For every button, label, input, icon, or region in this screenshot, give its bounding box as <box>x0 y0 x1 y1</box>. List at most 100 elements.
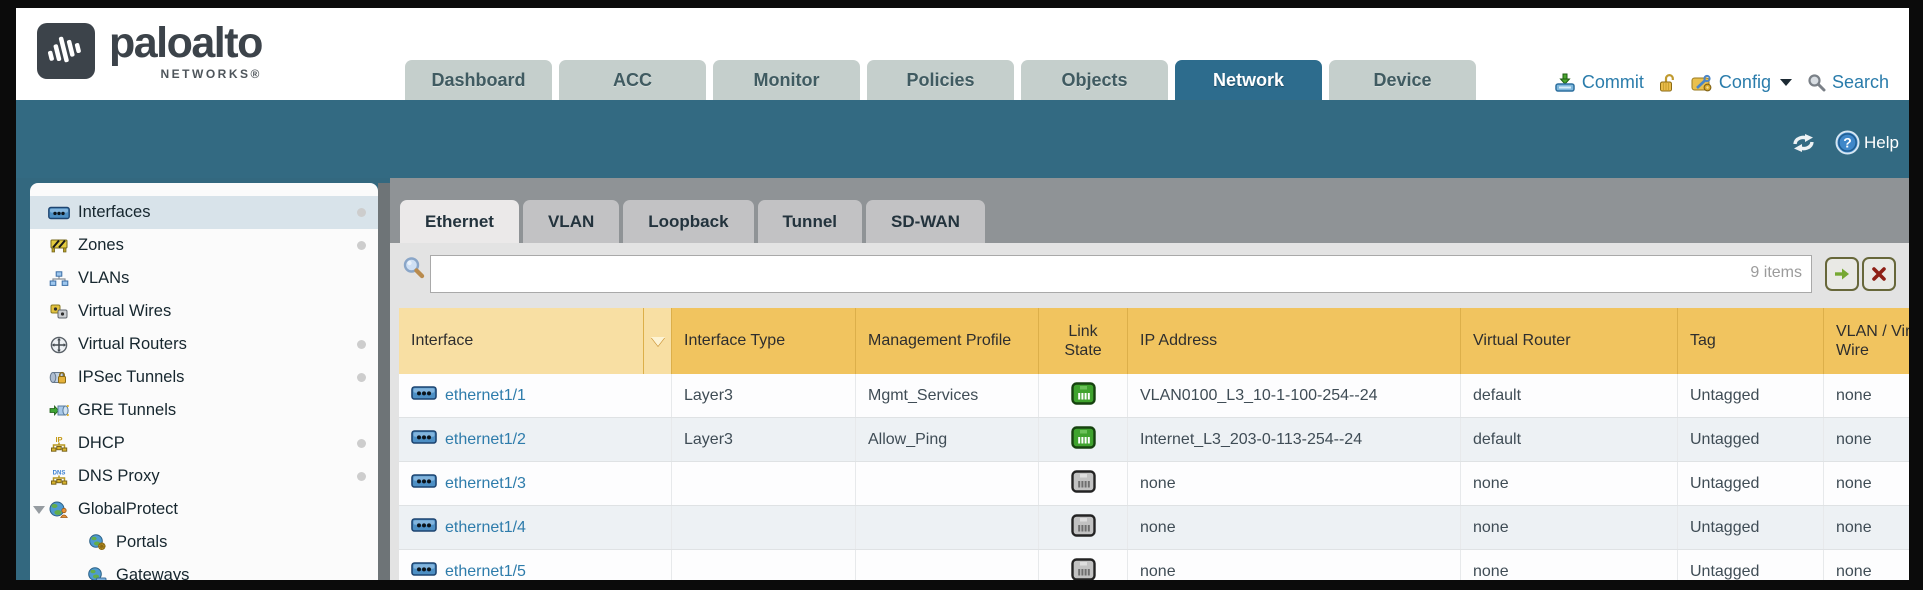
sidebar-item-zones[interactable]: Zones <box>30 229 378 262</box>
sidebar-item-dhcp[interactable]: IP DHCP <box>30 427 378 460</box>
search-button[interactable]: Search <box>1807 72 1889 93</box>
dhcp-icon: IP <box>48 435 70 453</box>
subtab-tunnel[interactable]: Tunnel <box>758 200 862 243</box>
table-cell <box>856 550 1039 580</box>
nav-tab-acc[interactable]: ACC <box>559 60 706 100</box>
sidebar-item-label: VLANs <box>78 269 129 288</box>
table-cell: none <box>1128 462 1461 505</box>
table-cell: Untagged <box>1678 418 1824 461</box>
apply-filter-button[interactable] <box>1825 257 1859 291</box>
sidebar-item-virtual-wires[interactable]: Virtual Wires <box>30 295 378 328</box>
table-cell: none <box>1824 418 1909 461</box>
sidebar-item-label: Portals <box>116 533 167 552</box>
dns-proxy-icon: DNS <box>48 468 70 486</box>
subtab-vlan[interactable]: VLAN <box>523 200 619 243</box>
config-icon <box>1691 74 1713 92</box>
table-cell <box>672 506 856 549</box>
nav-tab-device[interactable]: Device <box>1329 60 1476 100</box>
subtab-sd-wan[interactable]: SD-WAN <box>866 200 985 243</box>
zones-icon <box>48 238 70 253</box>
interface-link[interactable]: ethernet1/3 <box>445 475 526 493</box>
network-subtabs: EthernetVLANLoopbackTunnelSD-WAN <box>400 200 985 243</box>
config-dropdown[interactable]: Config <box>1691 72 1792 93</box>
commit-button[interactable]: Commit <box>1554 72 1644 93</box>
link-state-down-icon <box>1071 558 1096 581</box>
nav-tab-network[interactable]: Network <box>1175 60 1322 100</box>
nav-tab-dashboard[interactable]: Dashboard <box>405 60 552 100</box>
sidebar-item-gre-tunnels[interactable]: GRE Tunnels <box>30 394 378 427</box>
col-header-ip-address[interactable]: IP Address <box>1128 308 1461 374</box>
table-cell: Internet_L3_203-0-113-254--24 <box>1128 418 1461 461</box>
filter-input[interactable] <box>430 255 1812 293</box>
top-bar: paloalto NETWORKS® DashboardACCMonitorPo… <box>16 8 1909 100</box>
table-cell <box>672 462 856 505</box>
interface-link[interactable]: ethernet1/2 <box>445 431 526 449</box>
ipsec-tunnels-icon <box>48 370 70 385</box>
status-dot <box>357 373 366 382</box>
ethernet-interface-icon <box>411 429 437 450</box>
status-dot <box>357 241 366 250</box>
status-dot <box>357 439 366 448</box>
link-state-up-icon <box>1071 382 1096 410</box>
secondary-bar: ? Help <box>16 100 1909 178</box>
nav-tab-policies[interactable]: Policies <box>867 60 1014 100</box>
refresh-icon[interactable] <box>1790 132 1817 154</box>
link-state-cell <box>1039 506 1128 549</box>
portals-icon <box>86 534 108 551</box>
interface-cell: ethernet1/2 <box>399 418 672 461</box>
app-window: paloalto NETWORKS® DashboardACCMonitorPo… <box>16 8 1909 580</box>
interface-link[interactable]: ethernet1/5 <box>445 563 526 581</box>
col-header-virtual-router[interactable]: Virtual Router <box>1461 308 1678 374</box>
sidebar-item-portals[interactable]: Portals <box>30 526 378 559</box>
sidebar-item-label: Zones <box>78 236 124 255</box>
sidebar-item-gateways[interactable]: Gateways <box>30 559 378 580</box>
interface-link[interactable]: ethernet1/1 <box>445 387 526 405</box>
table-cell: default <box>1461 374 1678 417</box>
sidebar-item-ipsec-tunnels[interactable]: IPSec Tunnels <box>30 361 378 394</box>
primary-nav: DashboardACCMonitorPoliciesObjectsNetwor… <box>405 60 1476 100</box>
sidebar-item-label: DHCP <box>78 434 125 453</box>
sidebar-item-dns-proxy[interactable]: DNS DNS Proxy <box>30 460 378 493</box>
table-cell: VLAN0100_L3_10-1-100-254--24 <box>1128 374 1461 417</box>
sidebar-item-label: DNS Proxy <box>78 467 160 486</box>
col-header-vlan-virtual-wire[interactable]: VLAN / Virtual Wire <box>1824 308 1909 374</box>
subtab-loopback[interactable]: Loopback <box>623 200 753 243</box>
sidebar-item-globalprotect[interactable]: GlobalProtect <box>30 493 378 526</box>
table-cell: Untagged <box>1678 374 1824 417</box>
table-row-ethernet1-3: ethernet1/3nonenoneUntaggednone <box>399 462 1909 506</box>
gateways-icon <box>86 567 108 580</box>
ethernet-interface-icon <box>411 561 437 580</box>
nav-tab-monitor[interactable]: Monitor <box>713 60 860 100</box>
nav-tab-objects[interactable]: Objects <box>1021 60 1168 100</box>
expander-triangle-icon[interactable] <box>33 506 45 514</box>
table-cell: none <box>1461 506 1678 549</box>
table-cell: default <box>1461 418 1678 461</box>
table-cell: Untagged <box>1678 506 1824 549</box>
table-cell <box>672 550 856 580</box>
help-button[interactable]: ? Help <box>1835 130 1899 155</box>
commit-label: Commit <box>1582 72 1644 93</box>
sidebar-item-vlans[interactable]: VLANs <box>30 262 378 295</box>
table-cell: none <box>1461 462 1678 505</box>
sidebar-item-interfaces[interactable]: Interfaces <box>30 196 378 229</box>
content-panel: EthernetVLANLoopbackTunnelSD-WAN 9 items <box>390 178 1909 580</box>
col-header-management-profile[interactable]: Management Profile <box>856 308 1039 374</box>
clear-filter-button[interactable] <box>1862 257 1896 291</box>
sidebar-item-label: Interfaces <box>78 203 150 222</box>
lock-icon[interactable] <box>1659 73 1676 93</box>
interface-sort-dropdown[interactable] <box>644 308 672 374</box>
col-header-interface-type[interactable]: Interface Type <box>672 308 856 374</box>
subtab-ethernet[interactable]: Ethernet <box>400 200 519 243</box>
col-header-tag[interactable]: Tag <box>1678 308 1824 374</box>
virtual-wires-icon <box>48 304 70 319</box>
col-header-link-state[interactable]: Link State <box>1039 308 1128 374</box>
sidebar-scrollbar[interactable] <box>378 183 390 580</box>
sidebar-item-label: GlobalProtect <box>78 500 178 519</box>
sidebar-item-virtual-routers[interactable]: Virtual Routers <box>30 328 378 361</box>
table-cell: none <box>1128 550 1461 580</box>
ethernet-interface-icon <box>411 385 437 406</box>
col-header-interface[interactable]: Interface <box>399 308 644 374</box>
help-label: Help <box>1864 133 1899 153</box>
interface-link[interactable]: ethernet1/4 <box>445 519 526 537</box>
brand-name: paloalto <box>109 20 262 66</box>
